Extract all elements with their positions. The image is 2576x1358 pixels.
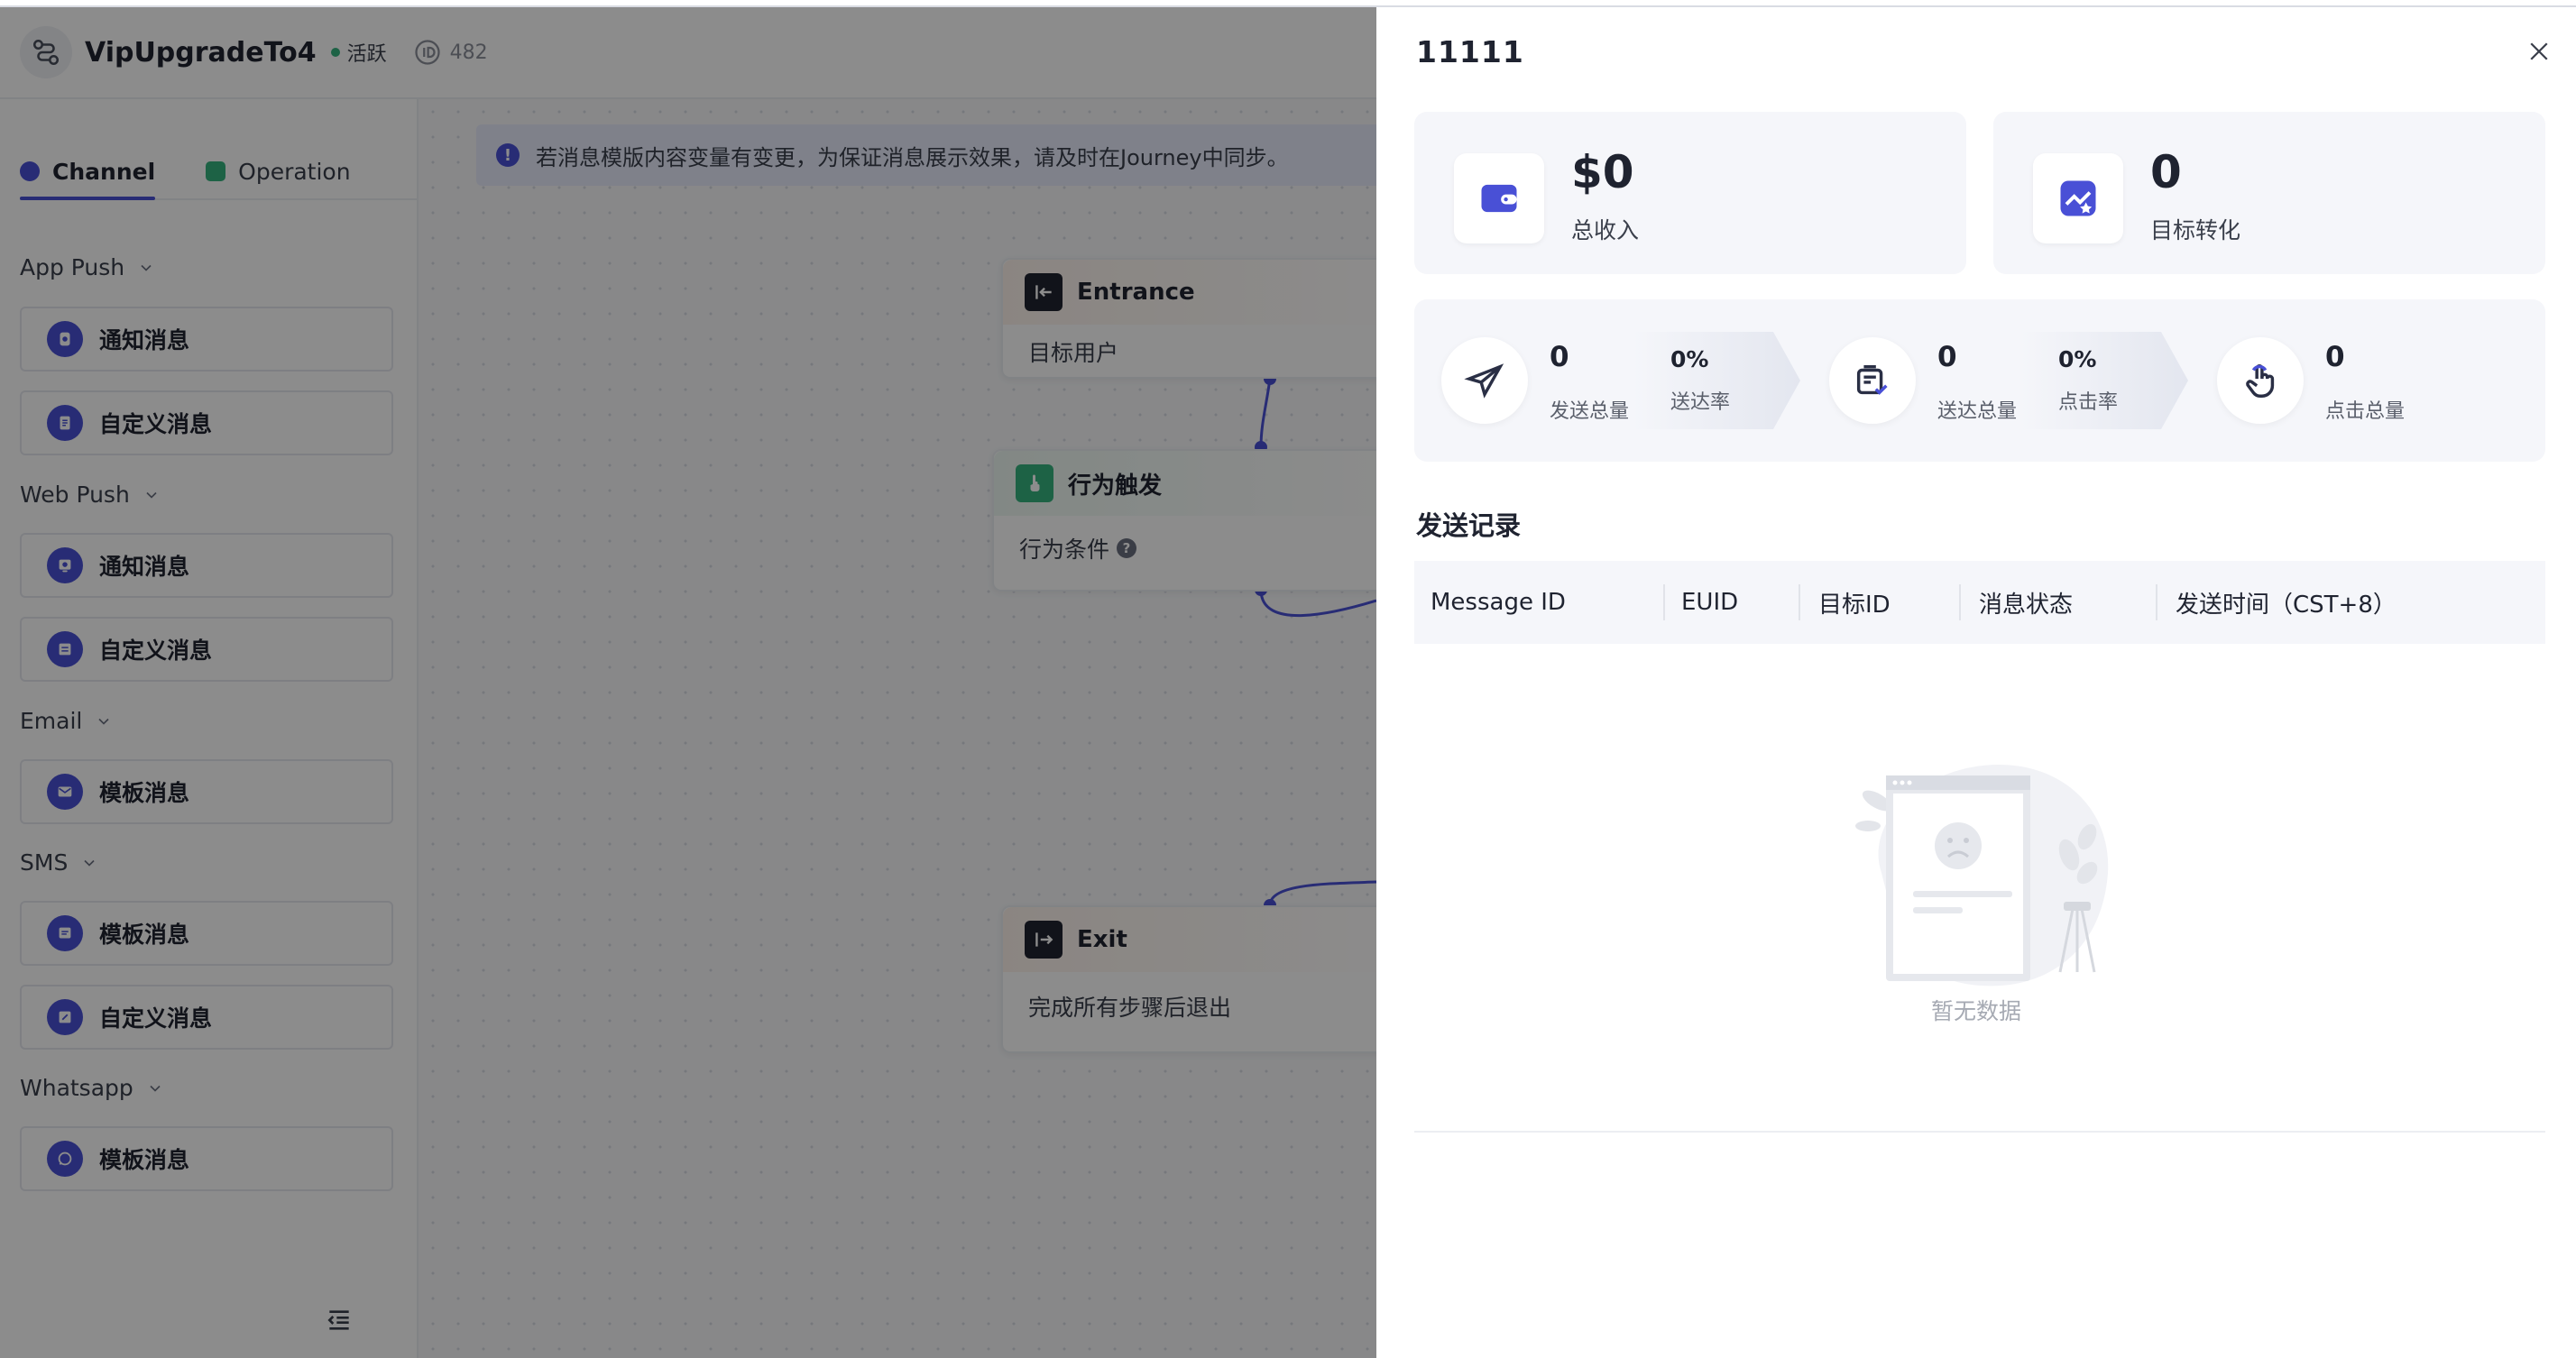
kpi-value: $0 [1571, 146, 1634, 198]
chart-star-icon [2033, 153, 2123, 243]
records-table-header: Message ID EUID 目标ID 消息状态 发送时间（CST+8） [1414, 561, 2545, 644]
funnel-card: 0 发送总量 0% 送达率 0 送达总量 0% 点击率 0 点击总量 [1414, 299, 2545, 462]
column-header-message-id[interactable]: Message ID [1431, 561, 1566, 644]
sent-label: 发送总量 [1550, 400, 1630, 423]
column-header-euid[interactable]: EUID [1681, 561, 1738, 644]
empty-state-text: 暂无数据 [1930, 998, 2021, 1024]
hand-tap-icon [2217, 337, 2304, 424]
column-header-target-id[interactable]: 目标ID [1818, 561, 1891, 644]
kpi-label: 总收入 [1571, 217, 1640, 243]
send-plane-icon [1441, 337, 1528, 424]
kpi-card-conversion: 0 目标转化 [1993, 112, 2545, 274]
click-rate-label: 点击率 [2058, 391, 2119, 414]
column-divider [1799, 584, 1800, 620]
delivered-label: 送达总量 [1937, 400, 2018, 423]
column-header-send-time[interactable]: 发送时间（CST+8） [2176, 561, 2397, 644]
delivery-rate-label: 送达率 [1670, 391, 1731, 414]
delivered-count: 0 [1937, 341, 1957, 373]
table-bottom-divider [1414, 1131, 2545, 1133]
empty-state-illustration [1855, 765, 2109, 986]
click-rate: 0% [2058, 346, 2097, 372]
window-top-edge [0, 0, 2576, 7]
column-header-status[interactable]: 消息状态 [1979, 561, 2073, 644]
delivery-rate: 0% [1670, 346, 1709, 372]
stats-drawer: 11111 $0 总收入 0 目标转化 0 发送总量 0% 送达率 0 送达总量… [1376, 7, 2576, 1358]
kpi-value: 0 [2150, 146, 2182, 198]
kpi-label: 目标转化 [2150, 217, 2241, 243]
send-records-title: 发送记录 [1416, 510, 1522, 541]
column-divider [2156, 584, 2157, 620]
column-divider [1959, 584, 1961, 620]
column-divider [1663, 584, 1665, 620]
close-icon[interactable] [2525, 38, 2553, 65]
wallet-icon [1454, 153, 1544, 243]
drawer-title: 11111 [1416, 34, 1524, 69]
kpi-card-revenue: $0 总收入 [1414, 112, 1966, 274]
click-label: 点击总量 [2325, 400, 2406, 423]
delivered-envelope-icon [1829, 337, 1916, 424]
sent-count: 0 [1550, 341, 1569, 373]
click-count: 0 [2325, 341, 2345, 373]
modal-mask[interactable] [0, 7, 1376, 1358]
